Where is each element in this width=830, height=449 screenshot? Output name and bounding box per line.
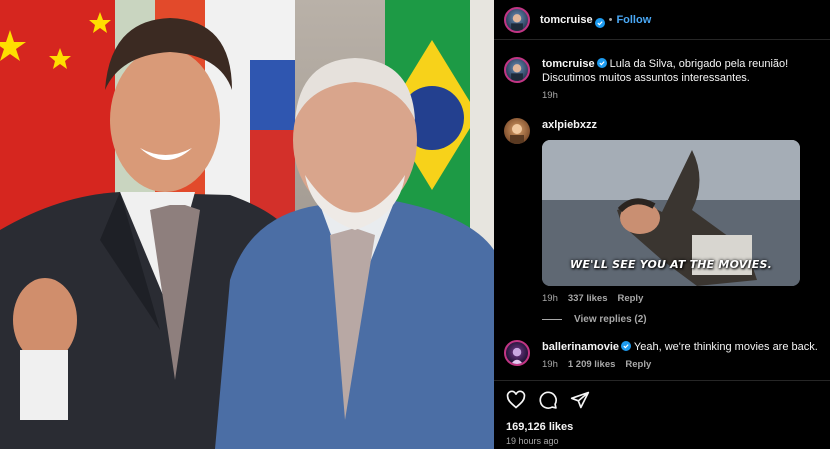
caption-time[interactable]: 19h: [542, 89, 558, 103]
comment-time[interactable]: 19h: [542, 358, 558, 372]
author-avatar[interactable]: [504, 6, 530, 33]
comment-time[interactable]: 19h: [542, 292, 558, 306]
comment-item: axlpiebxzz WE'LL SEE YOU AT THE MOVIES. …: [504, 118, 824, 306]
comment-gif[interactable]: WE'LL SEE YOU AT THE MOVIES.: [542, 140, 800, 286]
comment-text: Yeah, we're thinking movies are back.: [633, 341, 818, 353]
caption-username[interactable]: tomcruise: [542, 58, 595, 70]
view-replies-button[interactable]: View replies (2): [542, 314, 647, 325]
verified-badge-icon: [621, 341, 632, 351]
comment-username[interactable]: ballerinamovie: [542, 341, 619, 353]
separator-dot: •: [608, 13, 613, 26]
post-photo: [0, 0, 494, 449]
replies-divider-line: [542, 319, 562, 320]
comment-likes[interactable]: 337 likes: [568, 292, 608, 306]
post-actions: 169,126 likes 19 hours ago: [494, 380, 830, 449]
reply-button[interactable]: Reply: [625, 358, 651, 372]
post-header: tomcruise • Follow: [494, 0, 830, 40]
comment-likes[interactable]: 1 209 likes: [568, 358, 616, 372]
author-username[interactable]: tomcruise: [540, 14, 593, 26]
comment-avatar[interactable]: [504, 118, 530, 144]
comments-panel: tomcruise • Follow tomcruise Lula da Sil…: [494, 0, 830, 449]
post-timestamp[interactable]: 19 hours ago: [506, 436, 559, 446]
comment-icon[interactable]: [538, 390, 558, 410]
gif-caption: WE'LL SEE YOU AT THE MOVIES.: [570, 258, 772, 271]
comment-avatar[interactable]: [504, 340, 530, 366]
caption-avatar[interactable]: [504, 57, 530, 83]
share-icon[interactable]: [570, 390, 590, 410]
comment-item: ballerinamovie Yeah, we're thinking movi…: [504, 340, 824, 372]
verified-badge-icon: [596, 58, 607, 68]
comment-username[interactable]: axlpiebxzz: [542, 119, 597, 131]
caption-comment: tomcruise Lula da Silva, obrigado pela r…: [504, 57, 824, 103]
likes-count[interactable]: 169,126 likes: [506, 421, 573, 433]
follow-button[interactable]: Follow: [616, 14, 651, 26]
heart-icon[interactable]: [506, 390, 526, 410]
reply-button[interactable]: Reply: [617, 292, 643, 306]
view-replies-label: View replies (2): [574, 314, 647, 325]
verified-badge-icon: [594, 15, 605, 28]
